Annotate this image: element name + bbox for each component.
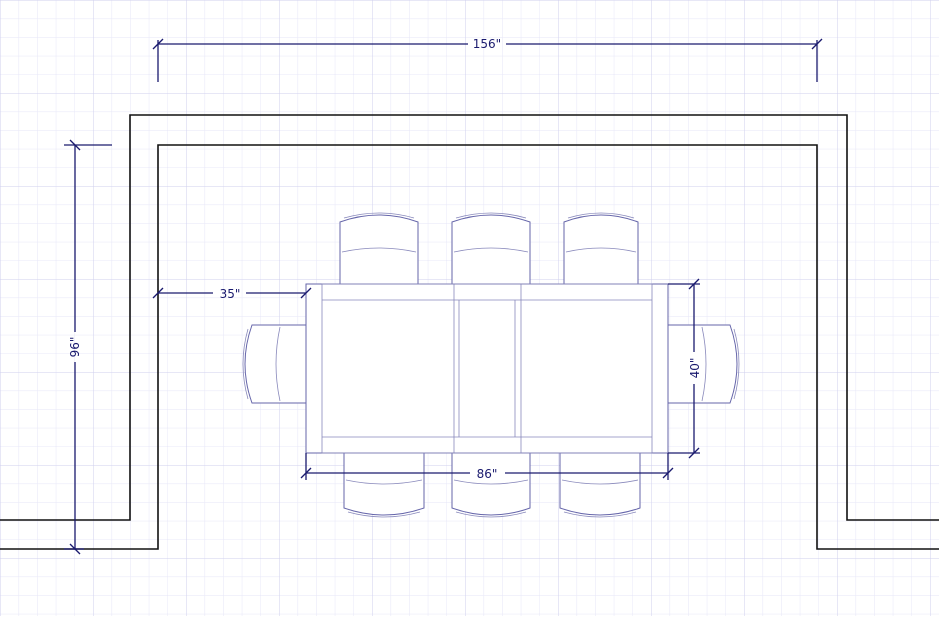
table-width-label: 40" <box>688 358 702 379</box>
floor-plan: 156" 96" 35" 86" 40" <box>0 0 939 616</box>
dining-table[interactable] <box>305 283 669 454</box>
clearance-label: 35" <box>220 287 241 301</box>
chair-bottom-2[interactable] <box>451 451 531 518</box>
chair-top-2[interactable] <box>451 212 531 285</box>
chair-bottom-3[interactable] <box>559 451 641 518</box>
chair-top-1[interactable] <box>339 212 419 285</box>
chair-left[interactable] <box>242 324 313 404</box>
chair-bottom-1[interactable] <box>343 451 425 518</box>
table-length-label: 86" <box>477 467 498 481</box>
room-width-label: 156" <box>473 37 501 51</box>
floor-plan-canvas[interactable]: 156" 96" 35" 86" 40" <box>0 0 939 616</box>
chair-right[interactable] <box>667 324 740 404</box>
chair-top-3[interactable] <box>563 212 639 285</box>
room-depth-label: 96" <box>68 337 82 358</box>
